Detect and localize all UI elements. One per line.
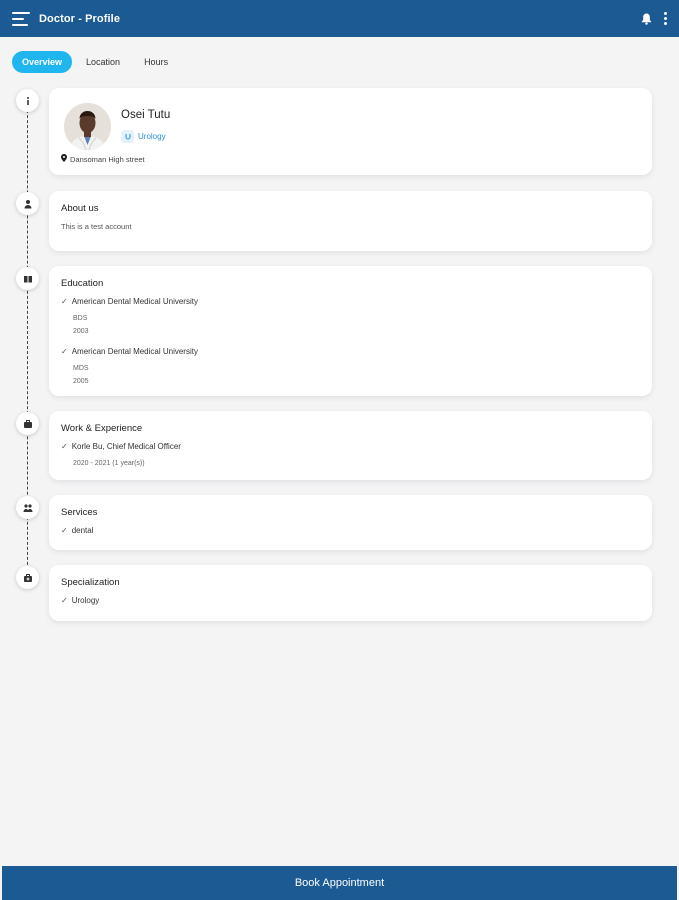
about-title: About us bbox=[61, 203, 99, 214]
tab-overview[interactable]: Overview bbox=[12, 51, 73, 73]
address: Dansoman High street bbox=[61, 154, 145, 164]
education-degree: BDS bbox=[73, 315, 88, 322]
specialization-label: Urology bbox=[71, 596, 100, 605]
education-year: 2005 bbox=[73, 378, 89, 385]
app-bar: Doctor - Profile bbox=[0, 0, 679, 37]
appbar-actions bbox=[641, 12, 667, 25]
info-icon bbox=[16, 89, 39, 112]
tab-bar: Overview Location Hours bbox=[12, 51, 178, 73]
education-year: 2003 bbox=[73, 328, 89, 335]
more-options-icon[interactable] bbox=[664, 12, 667, 25]
education-item: ✓ American Dental Medical University bbox=[61, 347, 640, 356]
specialty-badge: Urology bbox=[121, 130, 166, 143]
person-icon bbox=[16, 192, 39, 215]
work-period: 2020 - 2021 (1 year(s)) bbox=[73, 460, 145, 467]
work-experience-card: Work & Experience ✓ Korle Bu, Chief Medi… bbox=[49, 411, 652, 480]
work-item: ✓ Korle Bu, Chief Medical Officer bbox=[61, 442, 640, 451]
group-icon bbox=[16, 496, 39, 519]
avatar bbox=[64, 103, 111, 150]
book-icon bbox=[16, 267, 39, 290]
stethoscope-icon bbox=[121, 130, 134, 143]
specialization-title: Specialization bbox=[61, 577, 120, 588]
service-label: dental bbox=[71, 526, 94, 535]
service-item: ✓ dental bbox=[61, 526, 640, 535]
services-title: Services bbox=[61, 507, 98, 518]
menu-icon[interactable] bbox=[12, 11, 30, 26]
education-card: Education ✓ American Dental Medical Univ… bbox=[49, 266, 652, 396]
about-text: This is a test account bbox=[61, 222, 132, 231]
work-title: Work & Experience bbox=[61, 423, 143, 434]
education-school: American Dental Medical University bbox=[71, 297, 198, 306]
about-card: About us This is a test account bbox=[49, 191, 652, 251]
services-card: Services ✓ dental bbox=[49, 495, 652, 550]
work-role: Korle Bu, Chief Medical Officer bbox=[71, 442, 181, 451]
book-appointment-button[interactable]: Book Appointment bbox=[2, 866, 677, 900]
app-title: Doctor - Profile bbox=[39, 12, 121, 25]
address-text: Dansoman High street bbox=[70, 154, 145, 164]
profile-card: Osei Tutu Urology Dansoman High street bbox=[49, 88, 652, 175]
doctor-name: Osei Tutu bbox=[121, 109, 171, 121]
check-icon: ✓ bbox=[61, 526, 68, 535]
tab-hours[interactable]: Hours bbox=[134, 51, 178, 73]
bell-icon[interactable] bbox=[641, 13, 652, 25]
specialty-label: Urology bbox=[138, 132, 166, 141]
tab-location[interactable]: Location bbox=[76, 51, 130, 73]
briefcase-icon bbox=[16, 412, 39, 435]
check-icon: ✓ bbox=[61, 347, 68, 356]
medkit-icon bbox=[16, 566, 39, 589]
location-pin-icon bbox=[61, 154, 67, 164]
education-title: Education bbox=[61, 278, 104, 289]
check-icon: ✓ bbox=[61, 596, 68, 605]
check-icon: ✓ bbox=[61, 297, 68, 306]
education-degree: MDS bbox=[73, 365, 89, 372]
education-item: ✓ American Dental Medical University bbox=[61, 297, 640, 306]
specialization-card: Specialization ✓ Urology bbox=[49, 565, 652, 621]
specialization-item: ✓ Urology bbox=[61, 596, 640, 605]
education-school: American Dental Medical University bbox=[71, 347, 198, 356]
check-icon: ✓ bbox=[61, 442, 68, 451]
